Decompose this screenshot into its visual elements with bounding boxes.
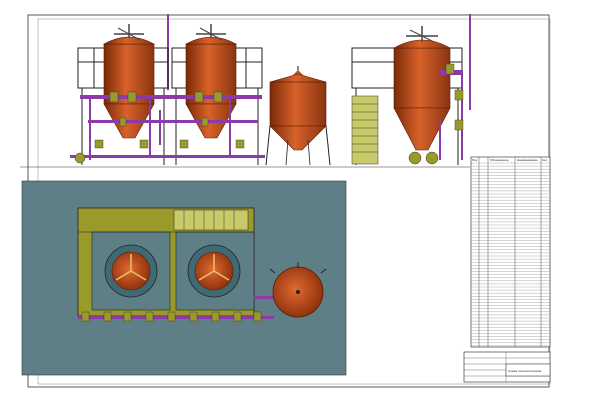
spec-header-code: Обозначение xyxy=(490,158,509,162)
title-block-text: Схема технологическая xyxy=(508,369,542,373)
title-block: Схема технологическая xyxy=(463,351,551,383)
plan-vessel-2 xyxy=(187,244,241,298)
specification-table: Поз. Обозначение Наименование Кол. xyxy=(470,156,551,348)
elevation-view xyxy=(70,14,471,166)
spec-header-pos: Поз. xyxy=(472,158,478,162)
spec-header-name: Наименование xyxy=(517,158,538,162)
conical-tank xyxy=(265,66,331,166)
spec-header-qty: Кол. xyxy=(542,158,548,162)
plan-vessel-1 xyxy=(104,244,158,298)
silo-vessel-4 xyxy=(392,26,464,165)
plan-view xyxy=(21,180,347,376)
ladder-stair xyxy=(351,95,379,165)
technological-scheme-drawing: Поз. Обозначение Наименование Кол. Схема… xyxy=(20,14,551,388)
